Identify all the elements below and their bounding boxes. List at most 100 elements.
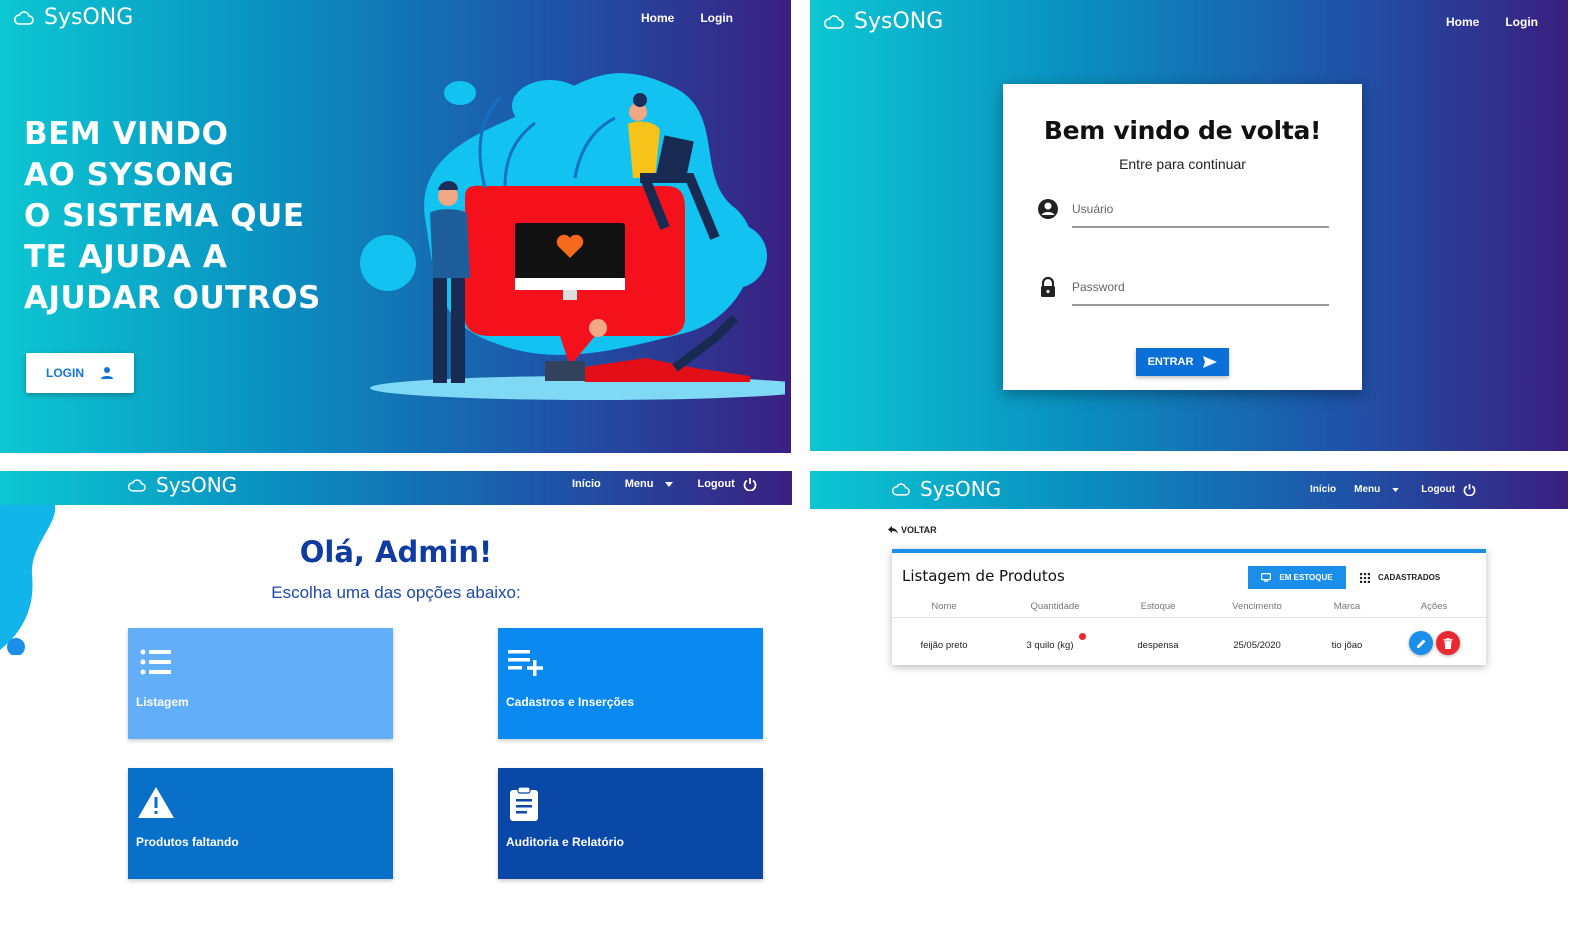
nav-login-link[interactable]: Login: [1505, 15, 1538, 29]
dashboard-nav: Início Menu Logout: [572, 477, 757, 491]
cell-estoque: despensa: [1137, 640, 1179, 651]
hero-line: TE AJUDA A: [24, 239, 228, 275]
hero-line: O SISTEMA QUE: [24, 198, 305, 234]
low-stock-indicator: [1079, 633, 1086, 640]
header-divider: [892, 617, 1486, 618]
pencil-icon: [1416, 639, 1425, 648]
tile-label: Produtos faltando: [136, 835, 239, 849]
brand-name: SysONG: [156, 473, 238, 497]
login-button-label: LOGIN: [46, 366, 84, 380]
grid-icon: [1360, 572, 1370, 583]
cloud-icon: [824, 14, 844, 29]
brand-logo[interactable]: SysONG: [892, 477, 1001, 501]
cell-quantidade: 3 quilo (kg): [1026, 640, 1074, 651]
products-navbar: SysONG Início Menu Logout: [810, 471, 1568, 509]
username-input[interactable]: Usuário: [1072, 202, 1113, 216]
nav-menu-dropdown[interactable]: Menu: [1354, 484, 1399, 495]
login-button[interactable]: LOGIN: [26, 353, 134, 393]
delete-button[interactable]: [1436, 631, 1460, 655]
nav-logout-link[interactable]: Logout: [1421, 483, 1476, 496]
tile-label: Listagem: [136, 695, 189, 709]
column-header[interactable]: Quantidade: [1005, 601, 1105, 612]
password-input[interactable]: Password: [1072, 280, 1125, 294]
tile-cadastros[interactable]: Cadastros e Inserções: [498, 628, 763, 739]
username-field[interactable]: Usuário: [1037, 190, 1329, 230]
list-icon: [140, 649, 171, 675]
brand-logo[interactable]: SysONG: [14, 5, 133, 30]
clipboard-icon: [510, 786, 538, 821]
column-header[interactable]: Vencimento: [1207, 601, 1307, 612]
power-icon: [1463, 483, 1476, 496]
dashboard-navbar: SysONG Início Menu Logout: [0, 471, 792, 505]
nav-logout-label: Logout: [697, 478, 735, 490]
monitor-icon: [1261, 573, 1272, 582]
cloud-icon: [892, 482, 910, 496]
nav-inicio-link[interactable]: Início: [572, 478, 601, 490]
products-panel: SysONG Início Menu Logout VOLTAR Listage…: [810, 471, 1568, 926]
brand-name: SysONG: [920, 477, 1002, 501]
nav-logout-link[interactable]: Logout: [697, 477, 757, 491]
nav-menu-dropdown[interactable]: Menu: [625, 478, 674, 490]
dashboard-panel: SysONG Início Menu Logout Olá, Admin! Es…: [0, 471, 792, 926]
nav-home-link[interactable]: Home: [1446, 15, 1479, 29]
login-title: Bem vindo de volta!: [1043, 116, 1322, 145]
cloud-icon: [14, 10, 34, 25]
filter-em-estoque-label: EM ESTOQUE: [1279, 573, 1333, 582]
greeting-heading: Olá, Admin!: [299, 535, 493, 569]
nav-inicio-link[interactable]: Início: [1310, 484, 1336, 495]
nav-login-link[interactable]: Login: [700, 11, 733, 25]
filter-cadastrados-button[interactable]: CADASTRADOS: [1360, 566, 1440, 589]
product-list-card: Listagem de Produtos EM ESTOQUE CADASTRA…: [892, 549, 1486, 665]
column-header[interactable]: Nome: [894, 601, 994, 612]
back-link[interactable]: VOLTAR: [888, 525, 937, 535]
back-label: VOLTAR: [901, 525, 937, 535]
hero-line: AO SYSONG: [24, 157, 235, 193]
column-header[interactable]: Estoque: [1108, 601, 1208, 612]
caret-down-icon: [1392, 487, 1399, 492]
caret-down-icon: [665, 481, 674, 487]
send-icon: [1203, 356, 1218, 368]
list-title: Listagem de Produtos: [902, 567, 1065, 585]
tile-label: Auditoria e Relatório: [506, 835, 625, 849]
cell-marca: tio jõao: [1331, 640, 1363, 651]
hero-line: BEM VINDO: [24, 116, 229, 152]
cell-nome: feijão preto: [920, 640, 968, 651]
tile-listagem[interactable]: Listagem: [128, 628, 393, 739]
top-nav: Home Login: [641, 11, 733, 25]
cloud-icon: [128, 478, 146, 492]
brand-name: SysONG: [44, 5, 134, 30]
playlist-add-icon: [508, 650, 543, 676]
filter-em-estoque-button[interactable]: EM ESTOQUE: [1248, 566, 1346, 589]
hero-heading: BEM VINDO AO SYSONG O SISTEMA QUE TE AJU…: [24, 114, 321, 319]
decorative-blob: [0, 505, 56, 655]
login-subtitle: Entre para continuar: [1119, 156, 1246, 172]
enter-button[interactable]: ENTRAR: [1136, 348, 1229, 376]
nav-home-link[interactable]: Home: [641, 11, 674, 25]
tile-produtos-faltando[interactable]: Produtos faltando: [128, 768, 393, 879]
password-underline: [1072, 304, 1329, 306]
power-icon: [743, 478, 757, 491]
top-nav: Home Login: [1446, 15, 1538, 29]
filter-cadastrados-label: CADASTRADOS: [1378, 573, 1441, 582]
login-card: Bem vindo de volta! Entre para continuar…: [1003, 84, 1362, 390]
brand-logo[interactable]: SysONG: [824, 9, 943, 34]
tile-auditoria[interactable]: Auditoria e Relatório: [498, 768, 763, 879]
reply-arrow-icon: [888, 526, 898, 534]
enter-button-label: ENTRAR: [1147, 356, 1194, 368]
edit-button[interactable]: [1409, 631, 1433, 655]
products-nav: Início Menu Logout: [1310, 483, 1476, 496]
lock-icon: [1041, 276, 1055, 297]
landing-panel: SysONG Home Login BEM VINDO AO SYSONG O …: [0, 0, 791, 453]
cell-vencimento: 25/05/2020: [1233, 640, 1281, 651]
column-header[interactable]: Marca: [1297, 601, 1397, 612]
brand-name: SysONG: [854, 9, 944, 34]
password-field[interactable]: Password: [1037, 268, 1329, 308]
trash-icon: [1443, 637, 1453, 649]
tile-label: Cadastros e Inserções: [506, 695, 635, 709]
brand-logo[interactable]: SysONG: [128, 473, 237, 497]
instruction-text: Escolha uma das opções abaixo:: [271, 583, 521, 602]
nav-menu-label: Menu: [624, 478, 654, 490]
account-circle-icon: [1038, 199, 1058, 219]
login-panel: SysONG Home Login Bem vindo de volta! En…: [810, 0, 1568, 451]
hero-illustration: [360, 73, 785, 400]
